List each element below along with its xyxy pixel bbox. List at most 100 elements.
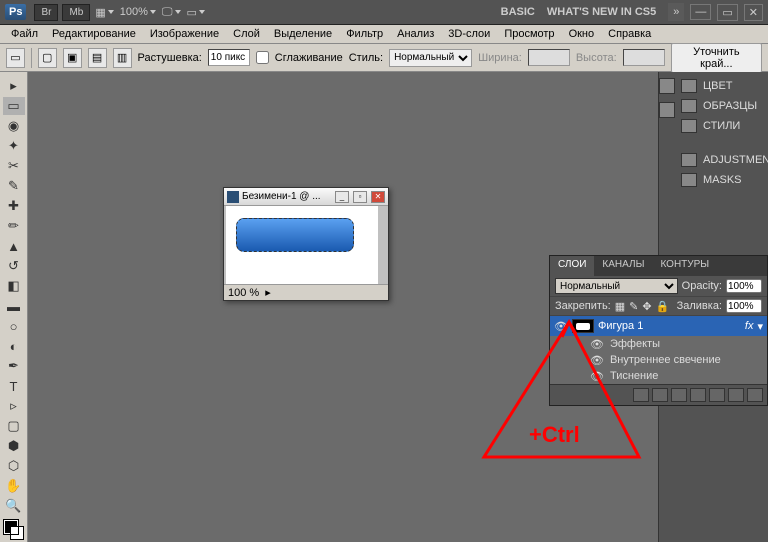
menu-select[interactable]: Выделение <box>267 26 339 42</box>
doc-close-icon[interactable]: ✕ <box>371 191 385 203</box>
menu-analysis[interactable]: Анализ <box>390 26 441 42</box>
selection-mode-intersect[interactable]: ▥ <box>113 48 132 68</box>
lock-position-icon[interactable]: ✎ <box>629 300 638 313</box>
lock-pixels-icon[interactable]: ▦ <box>615 300 625 313</box>
doc-zoom[interactable]: 100 % <box>228 287 259 299</box>
current-tool-icon[interactable]: ▭ <box>6 48 25 68</box>
visibility-icon[interactable]: 👁 <box>590 370 604 383</box>
feather-input[interactable] <box>208 49 250 66</box>
shape-tool[interactable]: ▢ <box>3 417 25 435</box>
3d-tool[interactable]: ⬢ <box>3 437 25 455</box>
selection-mode-new[interactable]: ▢ <box>38 48 57 68</box>
blend-mode-select[interactable]: Нормальный <box>555 278 678 294</box>
3d-cam-tool[interactable]: ⬡ <box>3 457 25 475</box>
lock-move-icon[interactable]: ✥ <box>642 300 651 313</box>
color-swatch[interactable] <box>4 520 24 540</box>
panel-swatches[interactable]: ОБРАЗЦЫ <box>675 96 768 116</box>
selection-mode-add[interactable]: ▣ <box>63 48 82 68</box>
fill-input[interactable] <box>726 299 762 313</box>
visibility-icon[interactable]: 👁 <box>554 320 568 333</box>
move-tool[interactable]: ▸ <box>3 77 25 95</box>
panel-adjustments[interactable]: ADJUSTMENTS <box>675 150 768 170</box>
dock-history-icon[interactable] <box>659 78 675 94</box>
type-tool[interactable]: T <box>3 377 25 395</box>
menu-filter[interactable]: Фильтр <box>339 26 390 42</box>
visibility-icon[interactable]: 👁 <box>590 354 604 367</box>
pen-tool[interactable]: ✒ <box>3 357 25 375</box>
tab-channels[interactable]: КАНАЛЫ <box>594 256 652 276</box>
delete-layer-icon[interactable] <box>747 388 763 402</box>
minimize-icon[interactable]: — <box>690 4 711 20</box>
document-window[interactable]: Безимени-1 @ ... _ ▫ ✕ 100 % ▸ <box>223 187 389 301</box>
doc-canvas[interactable] <box>226 206 378 284</box>
group-icon[interactable] <box>709 388 725 402</box>
adjustment-layer-icon[interactable] <box>690 388 706 402</box>
effects-row[interactable]: 👁Эффекты <box>590 336 767 352</box>
shape-selection[interactable] <box>236 218 354 252</box>
eraser-tool[interactable]: ◧ <box>3 277 25 295</box>
panel-styles[interactable]: СТИЛИ <box>675 116 768 136</box>
menu-layer[interactable]: Слой <box>226 26 267 42</box>
blur-tool[interactable]: ○ <box>3 317 25 335</box>
tab-layers[interactable]: СЛОИ <box>550 256 594 276</box>
lock-all-icon[interactable]: 🔒 <box>656 300 670 313</box>
menu-window[interactable]: Окно <box>562 26 602 42</box>
history-tool[interactable]: ↺ <box>3 257 25 275</box>
menu-file[interactable]: Файл <box>4 26 45 42</box>
maximize-icon[interactable]: ▭ <box>717 4 737 21</box>
layer-thumb[interactable] <box>572 319 594 333</box>
menu-help[interactable]: Справка <box>601 26 658 42</box>
minibridge-button[interactable]: Mb <box>62 4 90 21</box>
layer-name[interactable]: Фигура 1 <box>598 320 643 332</box>
link-layers-icon[interactable] <box>633 388 649 402</box>
gradient-tool[interactable]: ▬ <box>3 297 25 315</box>
screen-dropdown[interactable]: 🖵 <box>162 6 181 19</box>
doc-minimize-icon[interactable]: _ <box>335 191 349 203</box>
dodge-tool[interactable]: ◐ <box>3 337 25 355</box>
new-layer-icon[interactable] <box>728 388 744 402</box>
brush-tool[interactable]: ✏ <box>3 217 25 235</box>
whatsnew-label[interactable]: WHAT'S NEW IN CS5 <box>547 6 656 18</box>
marquee-tool[interactable]: ▭ <box>3 97 25 115</box>
bridge-button[interactable]: Br <box>34 4 58 21</box>
menu-3d[interactable]: 3D-слои <box>441 26 497 42</box>
hand-tool[interactable]: ✋ <box>3 477 25 495</box>
dock-actions-icon[interactable] <box>659 102 675 118</box>
layer-style-icon[interactable] <box>652 388 668 402</box>
doc-info-icon[interactable]: ▸ <box>265 286 271 299</box>
doc-maximize-icon[interactable]: ▫ <box>353 191 367 203</box>
bevel-row[interactable]: 👁Тиснение <box>590 368 767 384</box>
arrange-dropdown[interactable]: ▦ <box>95 6 113 19</box>
fx-badge[interactable]: fx <box>745 320 754 332</box>
inner-glow-row[interactable]: 👁Внутреннее свечение <box>590 352 767 368</box>
close-icon[interactable]: ✕ <box>744 4 763 21</box>
fx-expand-icon[interactable]: ▾ <box>757 320 763 333</box>
style-select[interactable]: Нормальный <box>389 49 472 67</box>
visibility-icon[interactable]: 👁 <box>590 338 604 351</box>
layers-panel[interactable]: СЛОИ КАНАЛЫ КОНТУРЫ Нормальный Opacity: … <box>549 255 768 406</box>
panel-masks[interactable]: MASKS <box>675 170 768 190</box>
menu-edit[interactable]: Редактирование <box>45 26 143 42</box>
eyedropper-tool[interactable]: ✎ <box>3 177 25 195</box>
stamp-tool[interactable]: ▲ <box>3 237 25 255</box>
zoom-dropdown[interactable]: 100% <box>120 6 156 18</box>
zoom-tool[interactable]: 🔍 <box>3 497 25 515</box>
refine-edge-button[interactable]: Уточнить край... <box>671 43 762 73</box>
layer-mask-icon[interactable] <box>671 388 687 402</box>
opacity-input[interactable] <box>726 279 762 293</box>
crop-tool[interactable]: ✂ <box>3 157 25 175</box>
menu-image[interactable]: Изображение <box>143 26 226 42</box>
workspace-label[interactable]: BASIC <box>501 6 535 18</box>
expand-button[interactable]: » <box>668 3 684 21</box>
extras-dropdown[interactable]: ▭ <box>187 6 205 19</box>
panel-color[interactable]: ЦВЕТ <box>675 76 768 96</box>
tab-paths[interactable]: КОНТУРЫ <box>652 256 717 276</box>
wand-tool[interactable]: ✦ <box>3 137 25 155</box>
path-tool[interactable]: ▹ <box>3 397 25 415</box>
menu-view[interactable]: Просмотр <box>497 26 561 42</box>
antialias-checkbox[interactable] <box>256 51 269 64</box>
selection-mode-sub[interactable]: ▤ <box>88 48 107 68</box>
layer-row[interactable]: 👁 Фигура 1 fx▾ <box>550 316 767 336</box>
heal-tool[interactable]: ✚ <box>3 197 25 215</box>
lasso-tool[interactable]: ◉ <box>3 117 25 135</box>
